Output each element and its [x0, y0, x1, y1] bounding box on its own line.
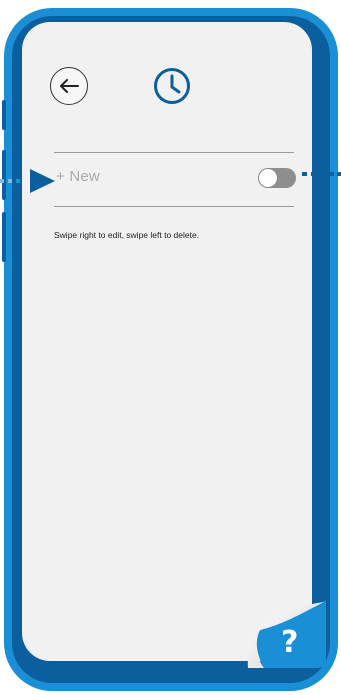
left-pointer-arrow — [0, 169, 55, 193]
back-button[interactable] — [50, 67, 88, 105]
app-screen: + New Swipe right to edit, swipe left to… — [22, 22, 312, 661]
arrow-left-icon — [60, 79, 79, 93]
side-button-power — [2, 212, 6, 262]
clock-icon[interactable] — [152, 66, 192, 106]
list-bottom-divider — [54, 206, 294, 207]
item-toggle[interactable] — [258, 168, 296, 188]
right-pointer-dots — [302, 172, 341, 176]
toggle-knob — [259, 169, 277, 187]
new-item-button[interactable]: + New — [56, 168, 100, 185]
help-question-icon[interactable]: ? — [281, 628, 298, 658]
list-top-divider — [54, 152, 294, 153]
side-button-volume — [2, 100, 6, 130]
swipe-hint: Swipe right to edit, swipe left to delet… — [54, 230, 200, 240]
